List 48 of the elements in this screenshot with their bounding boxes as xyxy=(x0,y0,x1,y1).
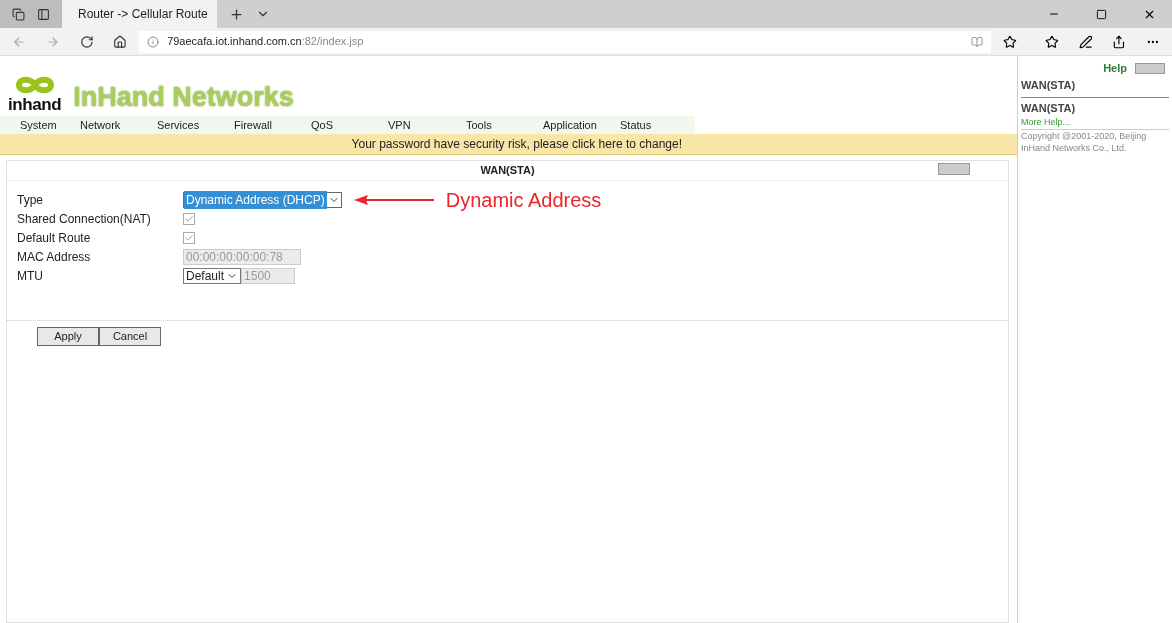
menu-item[interactable]: VPN xyxy=(388,116,466,134)
field-label: Default Route xyxy=(17,229,92,247)
menu-item[interactable]: System xyxy=(0,116,80,134)
copyright-text: Copyright @2001-2020, Beijing InHand Networks Co., Ltd. xyxy=(1021,131,1148,154)
logo-text: inhand xyxy=(8,96,62,113)
menu-item[interactable]: Services xyxy=(157,116,234,134)
password-warning[interactable]: Your password have security risk, please click here to change! xyxy=(0,134,1017,155)
url-path: :82/index.jsp xyxy=(301,34,364,50)
menu-item[interactable]: Application xyxy=(543,116,620,134)
refresh-icon[interactable] xyxy=(79,34,94,49)
checkbox[interactable] xyxy=(183,231,195,244)
browser-tab[interactable]: Router -> Cellular Route xyxy=(62,0,217,28)
window-controls-icon[interactable] xyxy=(1135,62,1165,74)
more-help-link[interactable]: More Help... xyxy=(1021,115,1169,131)
help-heading: WAN(STA) xyxy=(1021,76,1169,98)
field-label: MAC Address xyxy=(17,248,92,266)
star-icon[interactable] xyxy=(1003,34,1017,49)
menu-item[interactable]: Status xyxy=(620,116,680,134)
mtu-select[interactable]: Default xyxy=(183,267,242,284)
field-label: Shared Connection(NAT) xyxy=(17,210,152,228)
help-title: Help xyxy=(1103,61,1127,76)
address-field[interactable]: 79aecafa.iot.inhand.com.cn:82/index.jsp xyxy=(139,30,992,53)
favorites-icon[interactable] xyxy=(1044,34,1059,49)
menu-item[interactable]: Firewall xyxy=(234,116,311,134)
form-button[interactable]: Apply xyxy=(37,327,99,346)
menu-item[interactable]: Tools xyxy=(466,116,543,134)
home-icon[interactable] xyxy=(113,34,128,49)
logo-mark-icon xyxy=(14,74,55,96)
pen-icon[interactable] xyxy=(1078,34,1093,49)
form-button[interactable]: Cancel xyxy=(99,327,161,346)
help-topic: WAN(STA) xyxy=(1021,102,1077,116)
brand-title: InHand Networks xyxy=(73,84,294,111)
panel-title: WAN(STA) xyxy=(480,163,535,179)
checkbox[interactable] xyxy=(183,212,195,225)
field-label: MTU xyxy=(17,267,44,285)
field-label: Type xyxy=(17,191,44,209)
new-tab-icon[interactable] xyxy=(229,6,244,22)
tab-set-icon[interactable] xyxy=(37,7,50,21)
annotation-text: Dynamic Address xyxy=(445,189,602,210)
menu-item[interactable]: Network xyxy=(80,116,157,134)
share-icon[interactable] xyxy=(1112,34,1127,49)
tab-title: Router -> Cellular Route xyxy=(78,6,208,23)
reading-view-icon[interactable] xyxy=(971,35,984,48)
tabs-icon[interactable] xyxy=(12,7,25,21)
maximize-icon[interactable] xyxy=(1096,8,1107,20)
url-host: 79aecafa.iot.inhand.com.cn xyxy=(167,34,302,50)
menu-item[interactable]: QoS xyxy=(311,116,388,134)
info-icon xyxy=(147,35,160,48)
